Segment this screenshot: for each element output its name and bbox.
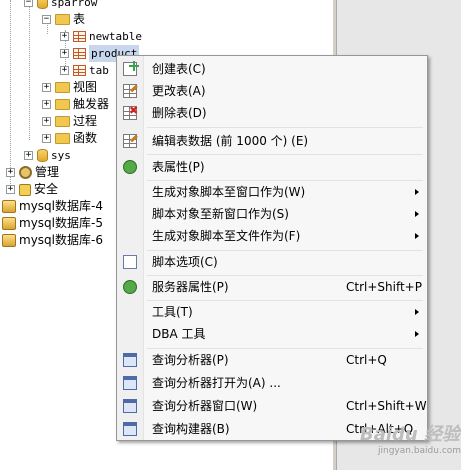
server-icon: [2, 200, 16, 213]
tree-node-procedures[interactable]: + 过程: [42, 113, 97, 130]
menu-item-dba-tools[interactable]: DBA 工具: [119, 323, 425, 345]
table-icon: [73, 48, 86, 59]
create-table-icon: [123, 62, 137, 76]
menu-item-query-analyzer-window[interactable]: 查询分析器窗口(W) Ctrl+Shift+W: [119, 395, 427, 417]
table-icon: [73, 31, 86, 42]
tree-node-sys[interactable]: + sys: [24, 147, 71, 164]
menu-item-delete-table[interactable]: 删除表(D): [119, 102, 425, 124]
submenu-arrow-icon: [415, 211, 419, 217]
expand-icon[interactable]: +: [24, 151, 33, 160]
query-analyzer-open-icon: [123, 376, 137, 390]
expand-icon[interactable]: +: [42, 134, 51, 143]
delete-table-icon: [123, 104, 138, 120]
menu-item-edit-table-data[interactable]: 编辑表数据 (前 1000 个) (E): [119, 130, 425, 152]
menu-item-alter-table[interactable]: 更改表(A): [119, 80, 425, 102]
expand-icon[interactable]: +: [60, 49, 69, 58]
query-analyzer-icon: [123, 353, 137, 367]
query-analyzer-window-icon: [123, 399, 137, 413]
menu-item-table-properties[interactable]: 表属性(P): [119, 156, 425, 178]
alter-table-icon: [123, 84, 137, 98]
tree-node-management[interactable]: + 管理: [6, 164, 59, 181]
tree-node-functions[interactable]: + 函数: [42, 130, 97, 147]
edit-data-icon: [123, 134, 137, 148]
tree-node-sparrow[interactable]: − sparrow: [24, 0, 97, 11]
folder-icon: [55, 99, 70, 110]
menu-item-script-options[interactable]: 脚本选项(C): [119, 251, 425, 273]
tree-node-tables[interactable]: − 表: [42, 11, 85, 28]
watermark-url: jingyan.baidu.com: [378, 446, 461, 456]
menu-separator: [147, 127, 423, 128]
context-menu: 创建表(C) 更改表(A) 删除表(D) 编辑表数据 (前 1000 个) (E…: [116, 55, 428, 441]
folder-icon: [55, 82, 70, 93]
expand-icon[interactable]: +: [60, 66, 69, 75]
menu-item-script-to-window[interactable]: 生成对象脚本至窗口作为(W): [119, 181, 425, 203]
tree-node-mysql-6[interactable]: mysql数据库-6: [2, 232, 103, 249]
tree-node-mysql-4[interactable]: mysql数据库-4: [2, 198, 103, 215]
tree-node-triggers[interactable]: + 触发器: [42, 96, 109, 113]
expand-icon[interactable]: +: [42, 100, 51, 109]
folder-icon: [55, 116, 70, 127]
management-icon: [19, 166, 32, 179]
menu-item-create-table[interactable]: 创建表(C): [119, 58, 425, 80]
watermark-logo: Baidu 经验: [360, 424, 461, 445]
folder-open-icon: [55, 14, 70, 25]
query-builder-icon: [123, 422, 137, 436]
tree-node-mysql-5[interactable]: mysql数据库-5: [2, 215, 103, 232]
collapse-icon[interactable]: −: [24, 0, 33, 7]
menu-item-script-to-file[interactable]: 生成对象脚本至文件作为(F): [119, 225, 425, 247]
tree-node-tab[interactable]: + tab: [60, 62, 109, 79]
menu-item-query-analyzer-open-as[interactable]: 查询分析器打开为(A) ...: [119, 372, 425, 394]
submenu-arrow-icon: [415, 189, 419, 195]
tree-node-newtable[interactable]: + newtable: [60, 28, 142, 45]
expand-icon[interactable]: +: [42, 83, 51, 92]
table-properties-icon: [123, 160, 137, 174]
database-icon: [37, 0, 48, 9]
menu-item-query-analyzer[interactable]: 查询分析器(P) Ctrl+Q: [119, 349, 425, 371]
collapse-icon[interactable]: −: [42, 15, 51, 24]
menu-item-server-properties[interactable]: 服务器属性(P) Ctrl+Shift+P: [119, 276, 425, 298]
menu-item-tools[interactable]: 工具(T): [119, 301, 425, 323]
server-properties-icon: [123, 280, 137, 294]
tree-node-security[interactable]: + 安全: [6, 181, 58, 198]
database-icon: [37, 149, 48, 162]
expand-icon[interactable]: +: [42, 117, 51, 126]
table-icon: [73, 65, 86, 76]
menu-separator: [147, 154, 423, 155]
folder-icon: [55, 133, 70, 144]
submenu-arrow-icon: [415, 331, 419, 337]
tree-node-views[interactable]: + 视图: [42, 79, 97, 96]
menu-item-script-to-new-window[interactable]: 脚本对象至新窗口作为(S): [119, 203, 425, 225]
expand-icon[interactable]: +: [6, 168, 15, 177]
expand-icon[interactable]: +: [6, 185, 15, 194]
submenu-arrow-icon: [415, 309, 419, 315]
script-options-icon: [123, 255, 137, 269]
security-icon: [19, 183, 31, 196]
server-icon: [2, 234, 16, 247]
server-icon: [2, 217, 16, 230]
expand-icon[interactable]: +: [60, 32, 69, 41]
submenu-arrow-icon: [415, 233, 419, 239]
